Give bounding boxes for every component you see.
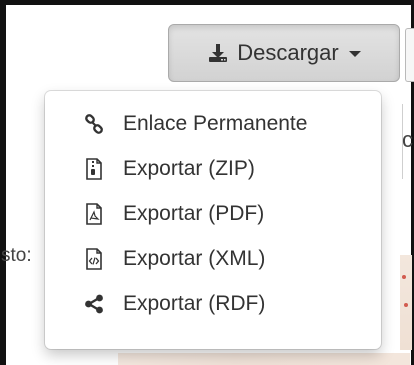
menu-item-label: Exportar (XML) [123, 246, 266, 270]
menu-item-label: Exportar (ZIP) [123, 156, 255, 180]
download-icon [207, 42, 229, 64]
code-file-icon [84, 247, 104, 270]
menu-item-export-zip[interactable]: Exportar (ZIP) [45, 146, 381, 191]
caret-down-icon [348, 51, 361, 57]
background-map-marker [402, 275, 406, 279]
link-icon [84, 113, 104, 135]
adjacent-button-edge[interactable] [405, 28, 414, 82]
background-text-fragment-right: c [402, 127, 413, 152]
download-dropdown-menu: Enlace Permanente Exportar (ZIP) Exporta… [45, 91, 381, 349]
share-icon [84, 293, 104, 315]
menu-item-export-rdf[interactable]: Exportar (RDF) [45, 281, 381, 326]
download-button-label: Descargar [237, 40, 339, 65]
zip-file-icon [84, 157, 104, 180]
window-border-left [0, 0, 6, 365]
menu-item-export-xml[interactable]: Exportar (XML) [45, 236, 381, 281]
background-text-fragment-left: sto: [1, 245, 32, 266]
menu-item-permalink[interactable]: Enlace Permanente [45, 101, 381, 146]
menu-item-label: Exportar (RDF) [123, 291, 266, 315]
window-border-top [0, 0, 414, 5]
menu-item-label: Enlace Permanente [123, 111, 308, 135]
pdf-file-icon [84, 202, 104, 225]
background-map-marker [404, 303, 408, 307]
background-map-bottom [118, 353, 410, 365]
menu-item-export-pdf[interactable]: Exportar (PDF) [45, 191, 381, 236]
download-dropdown-button[interactable]: Descargar [168, 24, 400, 82]
menu-item-label: Exportar (PDF) [123, 201, 265, 225]
